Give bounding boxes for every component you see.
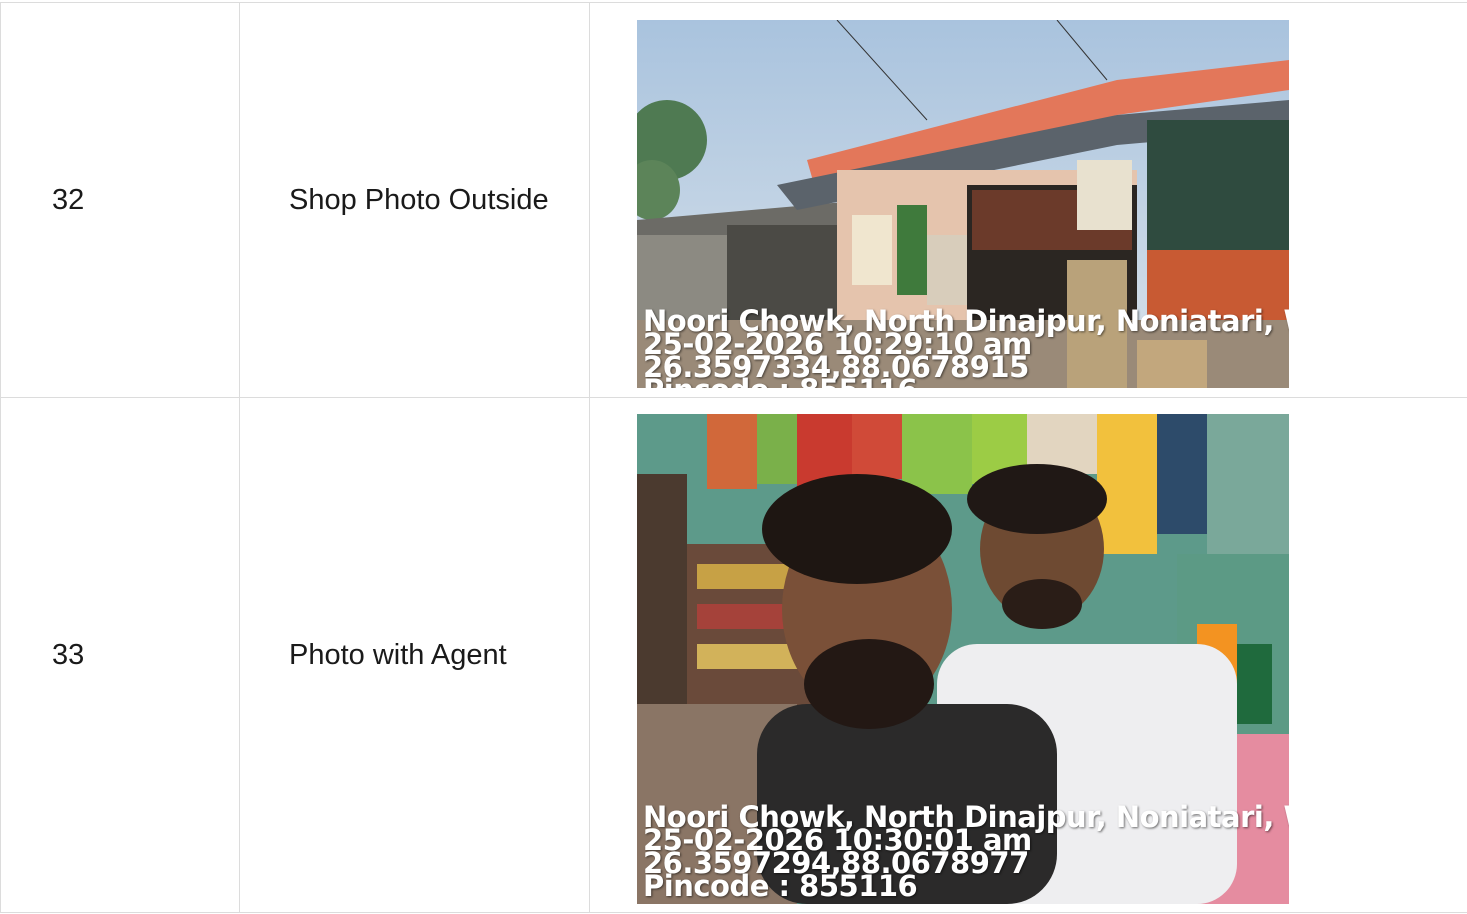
row-label: Photo with Agent <box>289 639 507 671</box>
row-number-cell: 33 <box>0 397 240 913</box>
row-label-cell: Shop Photo Outside <box>239 2 590 398</box>
geo-stamp: Noori Chowk, North Dinajpur, Noniatari, … <box>643 803 1289 901</box>
agent-selfie-photo[interactable]: Noori Chowk, North Dinajpur, Noniatari, … <box>637 414 1289 904</box>
table-row: 33 Photo with Agent Noori Chowk, North D… <box>0 397 1467 913</box>
table-row: 32 Shop Photo Outside Noori Chowk, North… <box>0 2 1467 398</box>
row-label-cell: Photo with Agent <box>239 397 590 913</box>
row-photo-cell: Noori Chowk, North Dinajpur, Noniatari, … <box>589 397 1467 913</box>
photo-table: 32 Shop Photo Outside Noori Chowk, North… <box>0 0 1467 914</box>
row-number: 32 <box>52 184 85 216</box>
geo-stamp: Noori Chowk, North Dinajpur, Noniatari, … <box>643 307 1289 389</box>
row-photo-cell: Noori Chowk, North Dinajpur, Noniatari, … <box>589 2 1467 398</box>
row-label: Shop Photo Outside <box>289 184 549 216</box>
row-number-cell: 32 <box>0 2 240 398</box>
row-number: 33 <box>52 639 85 671</box>
shop-exterior-photo[interactable]: Noori Chowk, North Dinajpur, Noniatari, … <box>637 20 1289 388</box>
